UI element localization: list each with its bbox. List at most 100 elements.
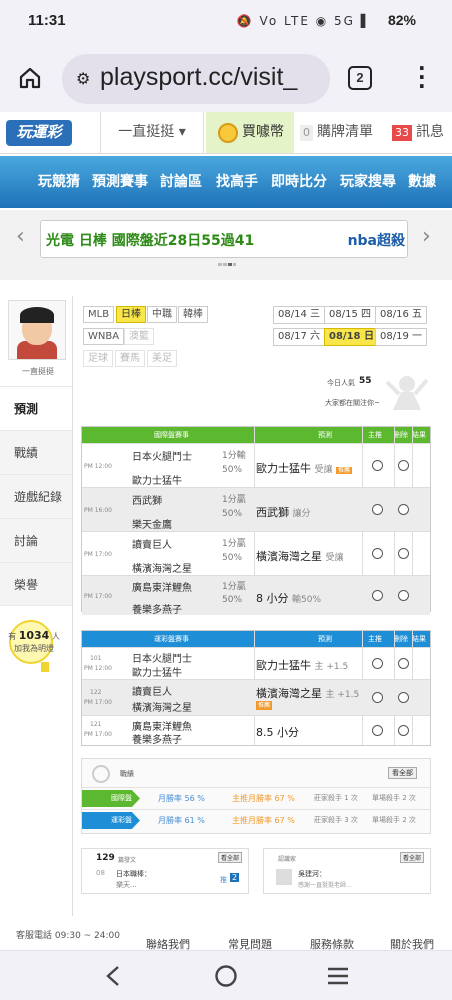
buy-coins-button[interactable]: 買噱幣 [206, 112, 294, 153]
cart-label: 購牌清單 [317, 124, 373, 140]
ticker-text-right[interactable]: nba超殺 [348, 230, 405, 250]
date-chip-0814[interactable]: 08/14 三 [273, 306, 325, 324]
more-menu-icon[interactable]: · · · [418, 58, 426, 96]
site-logo[interactable]: 玩運彩 [6, 120, 72, 146]
cart-link[interactable]: 0 購牌清單 [300, 112, 373, 153]
date-chip-0815[interactable]: 08/15 四 [324, 306, 376, 324]
league-chip-cpbl[interactable]: 中職 [147, 306, 177, 323]
date-chip-0819[interactable]: 08/19 一 [375, 328, 427, 346]
pick-note: 主 +1.5 [325, 690, 360, 700]
league-chip-soccer[interactable]: 足球 [83, 350, 113, 367]
pick-team: 8 小分 [256, 592, 289, 605]
avatar[interactable] [8, 300, 66, 360]
date-chip-0817[interactable]: 08/17 六 [273, 328, 325, 346]
nav-item-data[interactable]: 數據 [408, 156, 436, 208]
main-pick-radio[interactable] [372, 504, 383, 515]
side-tab-discussion[interactable]: 討論 [0, 518, 72, 562]
nav-item-player-search[interactable]: 玩家搜尋 [340, 156, 396, 208]
post-team[interactable]: 日本職棒： [116, 869, 151, 879]
nav-item-predict[interactable]: 預測賽事 [92, 156, 148, 208]
nav-item-play[interactable]: 玩競猜 [38, 156, 80, 208]
nav-item-live-score[interactable]: 即時比分 [271, 156, 327, 208]
pick-note: 受讓 [325, 553, 344, 563]
main-pick-radio[interactable] [372, 548, 383, 559]
record-stats: 戰績 看全部 國際盤 月勝率 56 % 主推月勝率 67 % 莊家殺手 1 次 … [81, 758, 431, 834]
date-chip-0816[interactable]: 08/16 五 [375, 306, 427, 324]
fans-more-button[interactable]: 看全部 [400, 852, 425, 863]
ticker-text-left[interactable]: 光電 日棒 國際盤近28日55過41 [46, 230, 254, 250]
league-chip-mlb[interactable]: MLB [83, 306, 115, 323]
record-single-lottery-unit: 次 [408, 816, 416, 824]
delete-radio[interactable] [398, 590, 409, 601]
team-away: 讀賣巨人 [132, 540, 172, 551]
record-rank-lottery-unit: 次 [350, 816, 358, 824]
delete-radio[interactable] [398, 725, 409, 736]
tab-switcher-button[interactable]: 2 [348, 66, 372, 90]
league-chip-kbo[interactable]: 韓棒 [178, 306, 208, 323]
odds-line: 1分贏 [222, 539, 246, 549]
record-title: 戰績 [120, 770, 134, 778]
delete-radio[interactable] [398, 504, 409, 515]
fan-count[interactable]: 有 1034 人加我為明燈 [4, 630, 64, 655]
side-tab-honors[interactable]: 榮譽 [0, 562, 72, 606]
record-rate-intl-value: 月勝率 56 [158, 794, 195, 803]
main-pick-radio[interactable] [372, 725, 383, 736]
site-settings-icon[interactable]: ⚙ [76, 69, 90, 88]
record-label-intl: 國際盤 [82, 790, 140, 807]
posts-more-button[interactable]: 看全部 [218, 852, 243, 863]
fans-title: 認識家 [278, 856, 297, 863]
post-date: 08 [96, 869, 105, 877]
match-number: 121 [90, 721, 102, 728]
league-chip-horse[interactable]: 賽馬 [115, 350, 145, 367]
user-menu[interactable]: 一直挺挺 ▾ [100, 112, 204, 153]
messages-link[interactable]: 33 訊息 [392, 112, 444, 153]
home-circle-icon[interactable] [214, 964, 238, 988]
url-text[interactable]: playsport.cc/visit_ [100, 63, 326, 92]
delete-radio[interactable] [398, 460, 409, 471]
fan-count-prefix: 有 [8, 632, 17, 641]
ticker-box[interactable]: 光電 日棒 國際盤近28日55過41 nba超殺 [40, 220, 408, 258]
post-author[interactable]: 樂天... [116, 880, 137, 890]
delete-radio[interactable] [398, 692, 409, 703]
match-time: PM 17:00 [84, 699, 112, 706]
col-header-match: 運彩盤賽事 [154, 635, 189, 643]
home-icon[interactable] [18, 66, 42, 90]
intl-odds-header: 國際盤賽事 預測 主推 刪除 結果 [82, 427, 430, 443]
col-header-pick: 預測 [318, 635, 332, 643]
record-rate-intl-unit: % [197, 794, 205, 803]
date-chip-0818[interactable]: 08/18 日 [324, 328, 379, 346]
main-pick-radio[interactable] [372, 658, 383, 669]
browser-toolbar: ⚙ playsport.cc/visit_ 2 · · · [0, 44, 452, 112]
side-tab-predict[interactable]: 預測 [0, 386, 72, 430]
fan-name[interactable]: 吳建河： [298, 869, 326, 879]
record-more-button[interactable]: 看全部 [388, 767, 417, 779]
record-row-lottery: 運彩盤 月勝率 61 % 主推月勝率 67 % 莊家殺手 3 次 單場殺手 2 … [82, 809, 430, 831]
recents-icon[interactable] [326, 966, 350, 986]
team-home: 樂天金鷹 [132, 520, 172, 531]
main-pick-radio[interactable] [372, 692, 383, 703]
record-single-lottery-value: 單場殺手 2 [372, 816, 407, 824]
chevron-left-icon[interactable]: ‹ [16, 224, 25, 249]
side-tab-record[interactable]: 戰績 [0, 430, 72, 474]
delete-radio[interactable] [398, 658, 409, 669]
league-chip-nfl[interactable]: 美足 [147, 350, 177, 367]
nav-item-experts[interactable]: 找高手 [216, 156, 258, 208]
side-tab-game-log[interactable]: 遊戲紀錄 [0, 474, 72, 518]
league-chip-nbl[interactable]: 澳籃 [124, 328, 154, 345]
pick-team: 8.5 小分 [256, 726, 299, 739]
nav-item-forum[interactable]: 討論區 [160, 156, 202, 208]
record-row-intl: 國際盤 月勝率 56 % 主推月勝率 67 % 莊家殺手 1 次 單場殺手 2 … [82, 787, 430, 807]
url-field[interactable]: ⚙ playsport.cc/visit_ [62, 54, 330, 104]
pick-team: 歐力士猛牛 [256, 659, 311, 672]
main-pick-radio[interactable] [372, 460, 383, 471]
chevron-right-icon[interactable]: › [422, 224, 431, 249]
fan-avatar[interactable] [276, 869, 292, 885]
record-main-intl-value: 主推月勝率 67 [232, 794, 285, 803]
back-icon[interactable] [104, 965, 122, 987]
league-chip-wnba[interactable]: WNBA [83, 328, 125, 345]
main-pick-radio[interactable] [372, 590, 383, 601]
team-home: 橫濱海灣之星 [132, 703, 192, 714]
odds-pct: 50% [222, 595, 243, 605]
delete-radio[interactable] [398, 548, 409, 559]
league-chip-npb[interactable]: 日棒 [116, 306, 146, 323]
